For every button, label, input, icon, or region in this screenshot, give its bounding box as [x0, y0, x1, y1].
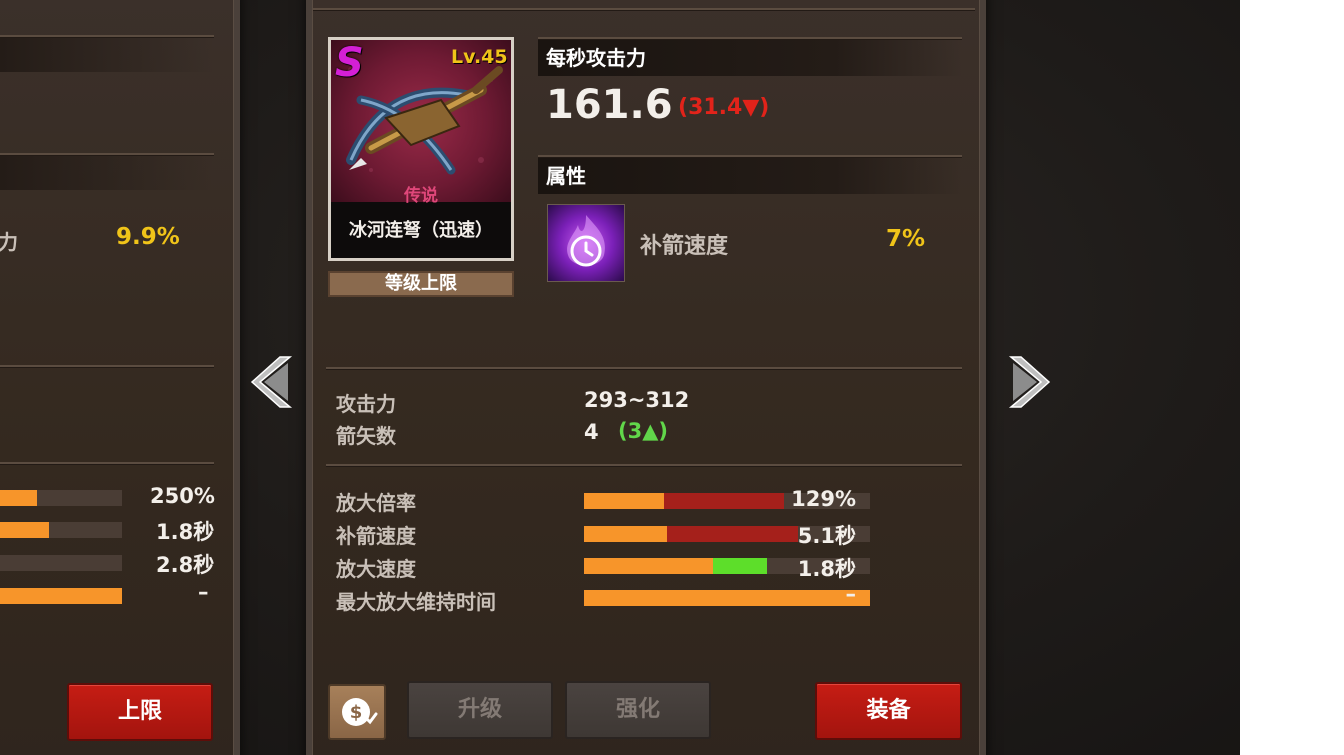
bar-fill [0, 522, 49, 538]
divider [0, 153, 214, 155]
dps-change: (31.4▼) [678, 95, 769, 120]
stat-value: – [845, 582, 857, 606]
dps-value: 161.6 [546, 82, 673, 128]
divider [326, 464, 962, 466]
svg-text:$: $ [350, 702, 363, 723]
left-stat-value: 2.8秒 [156, 553, 215, 577]
left-attribute-value: 9.9% [116, 224, 180, 250]
stat-label: 放大速度 [336, 557, 416, 581]
stat-label: 最大放大维持时间 [336, 590, 496, 614]
bar-fill [0, 588, 122, 604]
equip-button[interactable]: 装备 [815, 682, 962, 740]
dps-change-value: 31.4 [688, 95, 743, 120]
stat-value: 129% [791, 487, 856, 511]
divider [326, 367, 962, 369]
divider [0, 462, 214, 464]
item-card[interactable]: S Lv.45 传说 冰河连弩（迅速） [328, 37, 514, 261]
upgrade-button[interactable]: 升级 [407, 681, 553, 739]
arrow-count-value: 4 [584, 420, 599, 444]
left-attribute-label: 力 [0, 230, 18, 254]
bonus-open: ( [618, 419, 628, 443]
stat-label: 补箭速度 [336, 524, 416, 548]
next-arrow-icon[interactable] [1007, 355, 1051, 409]
flame-clock-icon [567, 215, 605, 267]
left-stat-bar [0, 522, 122, 538]
item-name: 冰河连弩（迅速） [349, 220, 493, 241]
purple-flame-clock-icon[interactable] [547, 204, 625, 282]
left-stat-bar [0, 490, 122, 506]
rarity-label: 传说 [404, 186, 438, 206]
bonus-value: 3 [627, 419, 643, 443]
left-stat-bar [0, 588, 122, 604]
divider [538, 155, 962, 157]
dps-change-open: ( [678, 95, 689, 120]
bar-fill-gain [712, 558, 768, 574]
bar-fill-base [584, 493, 665, 509]
bonus-close: ) [658, 419, 668, 443]
bar-fill-base [584, 526, 667, 542]
divider [0, 365, 214, 367]
attack-value: 293~312 [584, 388, 690, 412]
stat-value: 1.8秒 [797, 557, 856, 581]
rank-badge: S [335, 40, 364, 86]
top-divider [313, 8, 975, 10]
left-stat-value: 250% [150, 484, 215, 508]
left-stat-value: – [198, 580, 209, 604]
section-header [0, 156, 214, 190]
bar-fill-base [584, 590, 870, 606]
level-cap-badge: 等级上限 [328, 271, 514, 297]
previous-arrow-icon[interactable] [250, 355, 294, 409]
game-scene: 力 9.9% 250% 1.8秒 2.8秒 – 上限 S Lv.45 传说 冰河… [0, 0, 1240, 755]
dps-change-close: ) [759, 95, 770, 120]
stat-label: 放大倍率 [336, 491, 416, 515]
attribute-name: 补箭速度 [640, 234, 729, 259]
item-level: Lv.45 [451, 46, 508, 68]
left-limit-button[interactable]: 上限 [67, 683, 213, 741]
bar-fill-loss [664, 493, 785, 509]
bar-fill [0, 490, 37, 506]
down-triangle-icon: ▼ [742, 95, 760, 120]
section-header [0, 38, 214, 72]
attribute-value: 7% [886, 226, 926, 252]
arrow-count-bonus: (3▲) [618, 419, 668, 443]
stat-bar [584, 590, 870, 606]
sell-button[interactable]: $ [328, 684, 386, 740]
attack-label: 攻击力 [336, 392, 396, 416]
coin-refund-icon: $ [342, 698, 378, 726]
arrow-count-label: 箭矢数 [336, 424, 396, 448]
enhance-button[interactable]: 强化 [565, 681, 711, 739]
stat-value: 5.1秒 [797, 524, 856, 548]
dps-header: 每秒攻击力 [538, 40, 962, 76]
divider [0, 35, 214, 37]
up-triangle-icon: ▲ [642, 419, 659, 443]
bar-fill-loss [666, 526, 799, 542]
previous-item-panel [0, 0, 240, 755]
attribute-header: 属性 [538, 158, 962, 194]
left-stat-value: 1.8秒 [156, 520, 215, 544]
left-stat-bar [0, 555, 122, 571]
divider [538, 37, 962, 39]
bar-fill-base [584, 558, 713, 574]
